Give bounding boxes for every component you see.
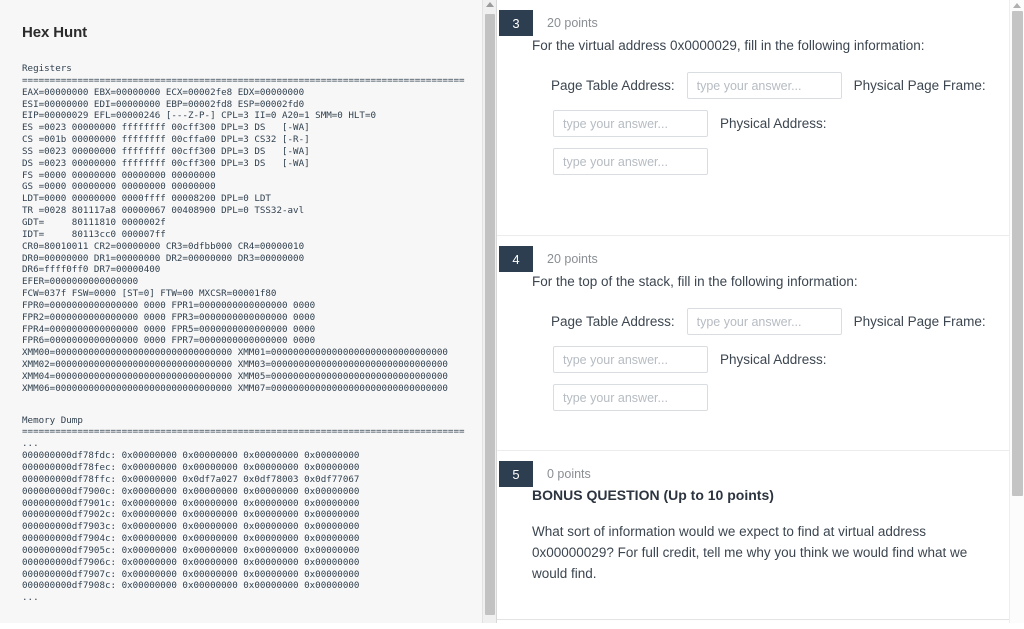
answer-row: Page Table Address: Physical Page Frame: — [532, 308, 1024, 335]
memory-dump-divider: ========================================… — [22, 426, 465, 438]
field-label-physical-address: Physical Address: — [720, 352, 827, 367]
reference-document-pane: Hex Hunt Registers =====================… — [0, 0, 497, 629]
physical-page-frame-input[interactable] — [553, 346, 708, 373]
question-body: For the virtual address 0x0000029, fill … — [497, 34, 1024, 197]
reference-document-content: Hex Hunt Registers =====================… — [0, 8, 483, 614]
question-prompt: For the top of the stack, fill in the fo… — [532, 274, 858, 289]
keyboard-shortcut-toggle[interactable] — [497, 584, 1024, 608]
bonus-question-title: BONUS QUESTION (Up to 10 points) — [532, 487, 774, 503]
left-pane-scrollbar[interactable] — [482, 0, 496, 629]
field-label-physical-page-frame: Physical Page Frame: — [853, 78, 986, 93]
physical-address-input[interactable] — [553, 384, 708, 411]
question-body: For the top of the stack, fill in the fo… — [497, 270, 1024, 433]
page-title: Hex Hunt — [22, 24, 88, 41]
assignment-page: Hex Hunt Registers =====================… — [0, 0, 1024, 629]
registers-divider: ========================================… — [22, 74, 465, 86]
field-label-page-table-address: Page Table Address: — [551, 314, 675, 329]
page-table-address-input[interactable] — [686, 72, 842, 99]
physical-page-frame-input[interactable] — [553, 110, 708, 137]
question-header: 3 20 points — [497, 0, 1024, 36]
question-points: 20 points — [547, 252, 598, 266]
question-card: 4 20 points For the top of the stack, fi… — [497, 236, 1024, 451]
answer-row: Physical Address: — [532, 110, 1024, 137]
memory-dump-heading: Memory Dump — [22, 414, 83, 426]
window-bottom-edge — [0, 623, 1024, 629]
question-number-badge: 5 — [499, 461, 533, 487]
field-label-physical-address: Physical Address: — [720, 116, 827, 131]
questions-pane-scrollbar[interactable] — [1009, 0, 1024, 629]
field-label-physical-page-frame: Physical Page Frame: — [853, 314, 986, 329]
question-points: 20 points — [547, 16, 598, 30]
answer-row — [532, 148, 1024, 175]
registers-dump: EAX=00000000 EBX=00000000 ECX=00002fe8 E… — [22, 86, 448, 394]
memory-dump: ... 000000000df78fdc: 0x00000000 0x00000… — [22, 438, 360, 604]
registers-heading: Registers — [22, 63, 72, 74]
question-header: 4 20 points — [497, 236, 1024, 272]
field-label-page-table-address: Page Table Address: — [551, 78, 675, 93]
bonus-question-text: What sort of information would we expect… — [532, 524, 968, 581]
question-points: 0 points — [547, 467, 591, 481]
left-scrollbar-thumb[interactable] — [485, 14, 495, 615]
question-card: 5 0 points BONUS QUESTION (Up to 10 poin… — [497, 451, 1024, 629]
question-card: 3 20 points For the virtual address 0x00… — [497, 0, 1024, 236]
question-number-badge: 4 — [499, 246, 533, 272]
questions-scroll-area: 3 20 points For the virtual address 0x00… — [497, 0, 1024, 629]
answer-row: Physical Address: — [532, 346, 1024, 373]
scroll-up-arrow-icon[interactable] — [486, 2, 494, 7]
question-body: BONUS QUESTION (Up to 10 points) What so… — [497, 485, 1024, 584]
scroll-up-arrow-icon[interactable] — [1013, 3, 1021, 8]
right-scrollbar-thumb[interactable] — [1012, 11, 1023, 496]
question-number-badge: 3 — [499, 10, 533, 36]
physical-address-input[interactable] — [553, 148, 708, 175]
questions-pane: 3 20 points For the virtual address 0x00… — [497, 0, 1024, 629]
question-header: 5 0 points — [497, 451, 1024, 487]
answer-row: Page Table Address: Physical Page Frame: — [532, 72, 1024, 99]
page-table-address-input[interactable] — [686, 308, 842, 335]
answer-row — [532, 384, 1024, 411]
question-prompt: For the virtual address 0x0000029, fill … — [532, 38, 925, 53]
